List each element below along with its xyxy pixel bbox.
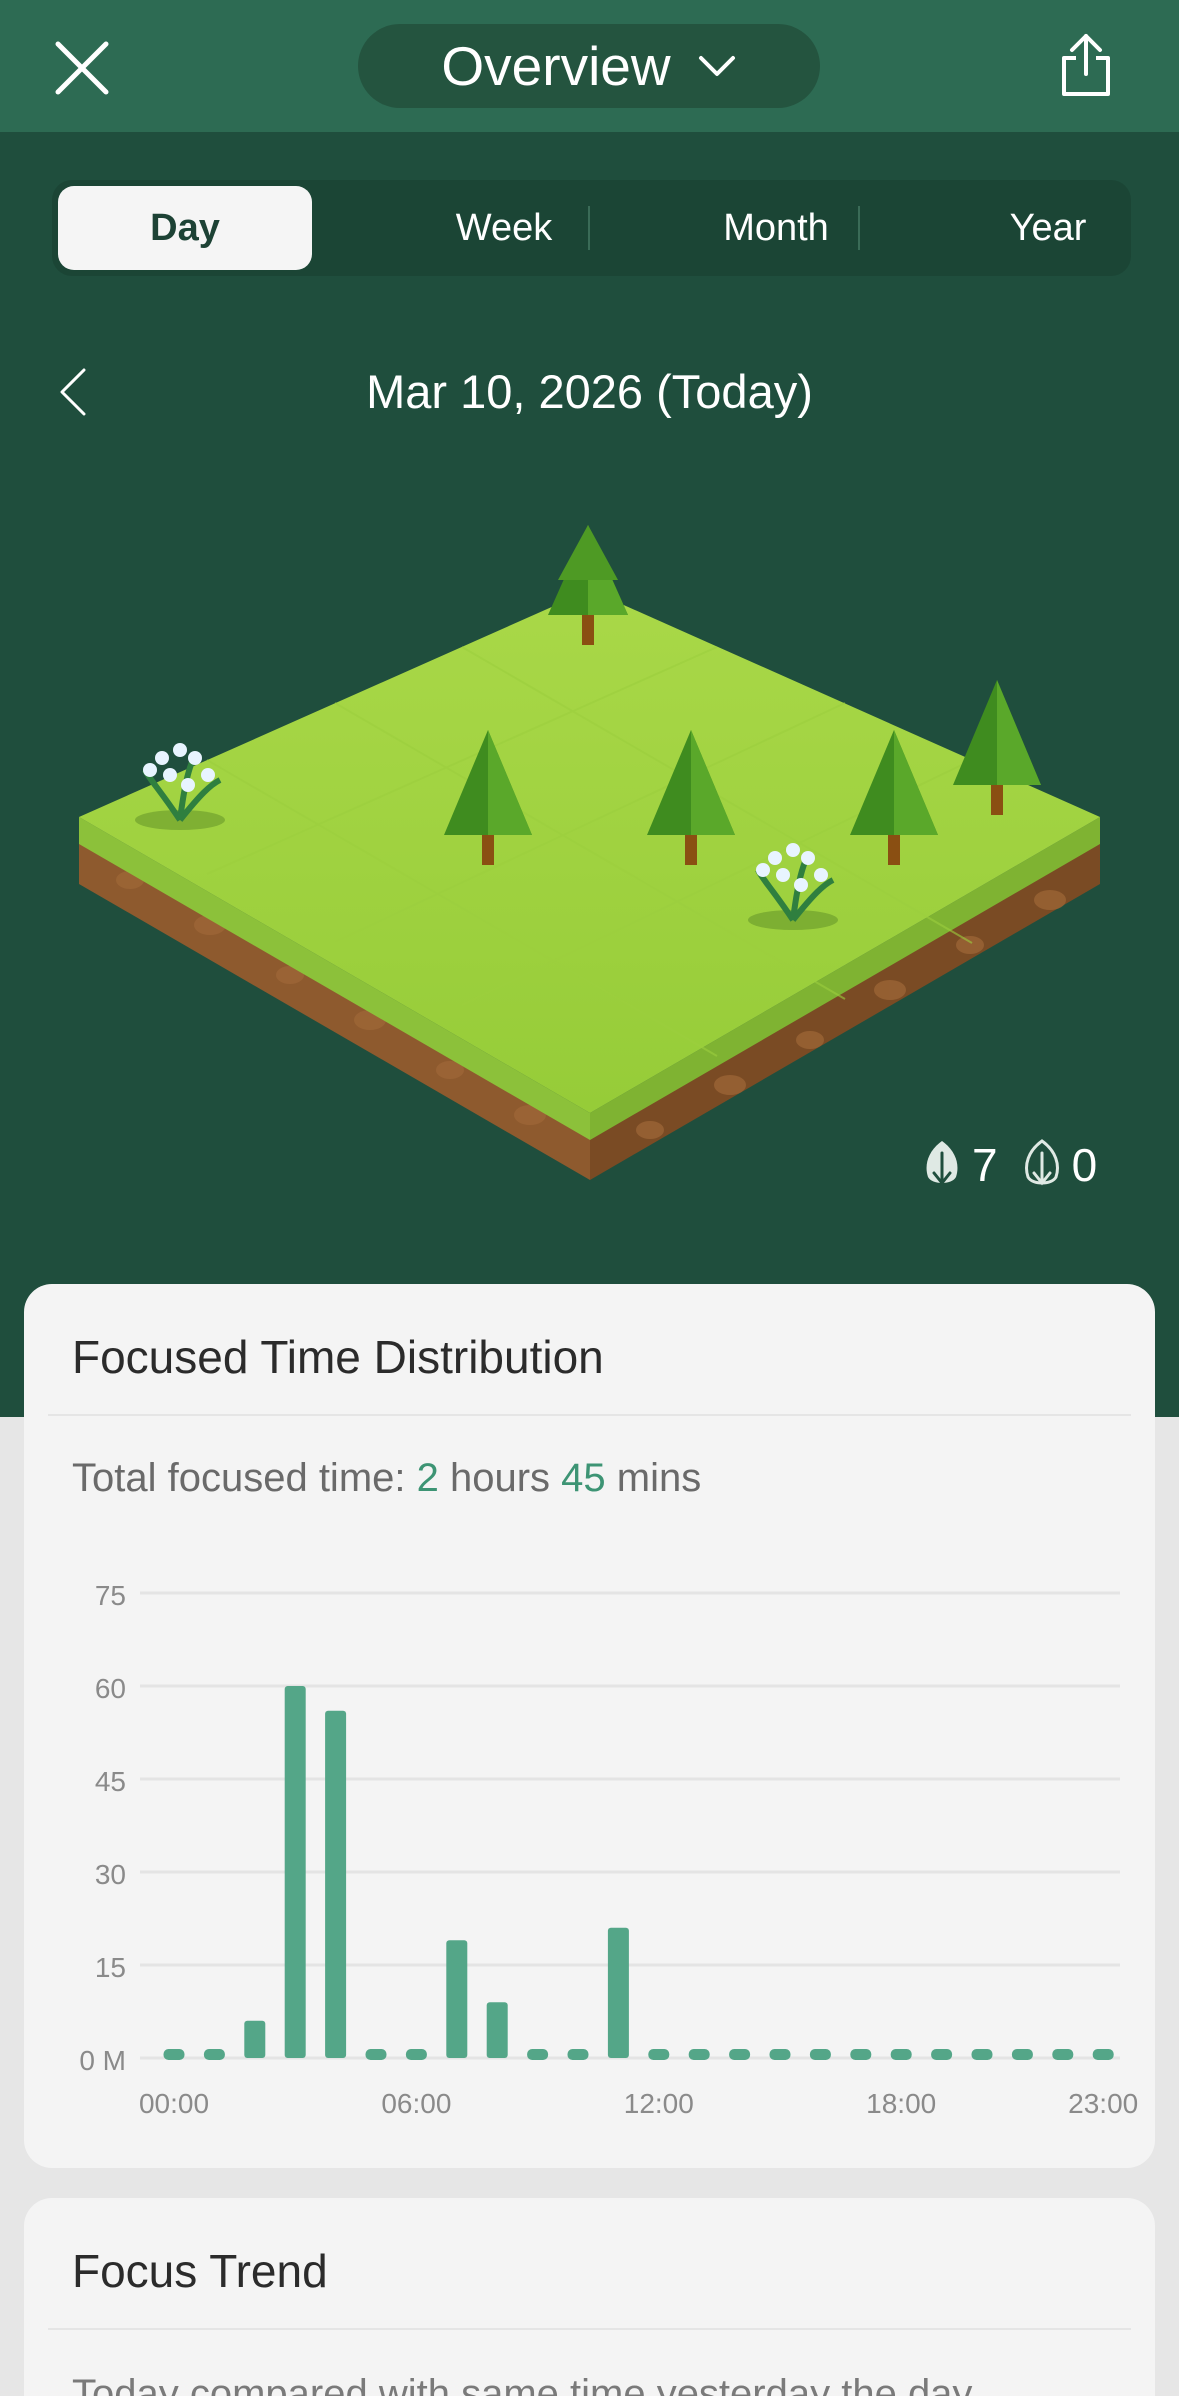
focus-distribution-chart: 0 M 15 30 45 60 75 00:00 06:00 12:00 18:00 23:00 (79, 1580, 1138, 2119)
share-icon[interactable] (1050, 28, 1122, 104)
bar (809, 2049, 831, 2060)
bar (607, 1927, 629, 2058)
bar (971, 2049, 993, 2060)
y-tick-label: 15 (95, 1952, 126, 1983)
tab-divider (858, 206, 860, 250)
bar (648, 2049, 670, 2060)
period-tabs: Day Week Month Year (52, 180, 1131, 276)
bar (890, 2049, 912, 2060)
card-title: Focused Time Distribution (72, 1331, 604, 1383)
bar (244, 2020, 266, 2058)
bar (769, 2049, 791, 2060)
bar (163, 2049, 185, 2060)
divider (48, 2328, 1131, 2330)
healthy-leaf-icon (926, 1141, 958, 1186)
bar (1011, 2049, 1033, 2060)
y-tick-label: 75 (95, 1580, 126, 1611)
healthy-tree-count: 7 (920, 1138, 998, 1192)
chevron-down-icon (698, 56, 735, 76)
bar (1092, 2049, 1114, 2060)
y-tick-label: 0 M (79, 2045, 126, 2076)
bar (850, 2049, 872, 2060)
bar (567, 2049, 589, 2060)
bar (486, 2002, 508, 2058)
mins-value: 45 (561, 1456, 606, 1500)
bar (729, 2049, 751, 2060)
bar (203, 2049, 225, 2060)
bar (325, 1710, 347, 2058)
x-tick-label: 06:00 (381, 2088, 451, 2119)
close-icon[interactable] (46, 32, 118, 104)
date-navigator: Mar 10, 2026 (Today) (0, 352, 1179, 432)
dead-tree-count: 0 (1020, 1138, 1097, 1192)
card-title: Focus Trend (72, 2245, 328, 2297)
bar (931, 2049, 953, 2060)
y-tick-label: 60 (95, 1673, 126, 1704)
y-tick-label: 45 (95, 1766, 126, 1797)
hours-value: 2 (416, 1456, 439, 1500)
focus-trend-card: Focus Trend Today compared with same tim… (24, 2198, 1155, 2396)
withered-leaf-icon (1024, 1139, 1059, 1186)
x-tick-label: 18:00 (866, 2088, 936, 2119)
divider (48, 1414, 1131, 1416)
trend-subtitle: Today compared with same time yesterday … (72, 2372, 973, 2396)
bar (365, 2049, 387, 2060)
x-tick-label: 00:00 (139, 2088, 209, 2119)
date-label: Mar 10, 2026 (Today) (366, 365, 813, 418)
bar (1052, 2049, 1074, 2060)
overview-dropdown[interactable]: Overview (358, 24, 820, 108)
bar (446, 1940, 468, 2058)
total-focused-time: Total focused time: 2 hours 45 mins (72, 1456, 702, 1500)
x-tick-label: 12:00 (624, 2088, 694, 2119)
y-tick-label: 30 (95, 1859, 126, 1890)
tab-divider (588, 206, 590, 250)
bar (284, 1686, 306, 2058)
x-tick-label: 23:00 (1068, 2088, 1138, 2119)
tab-day[interactable]: Day (58, 186, 312, 270)
top-bar: Overview (0, 0, 1179, 132)
tab-year[interactable]: Year (921, 186, 1175, 270)
tab-week[interactable]: Week (377, 186, 631, 270)
tab-month[interactable]: Month (649, 186, 903, 270)
bar (405, 2049, 427, 2060)
page-title: Overview (441, 35, 671, 97)
bar (688, 2049, 710, 2060)
chevron-left-icon[interactable] (50, 362, 100, 422)
tree-counts: 7 0 (920, 1130, 1119, 1200)
bar (527, 2049, 549, 2060)
forest-illustration (79, 525, 1100, 1180)
